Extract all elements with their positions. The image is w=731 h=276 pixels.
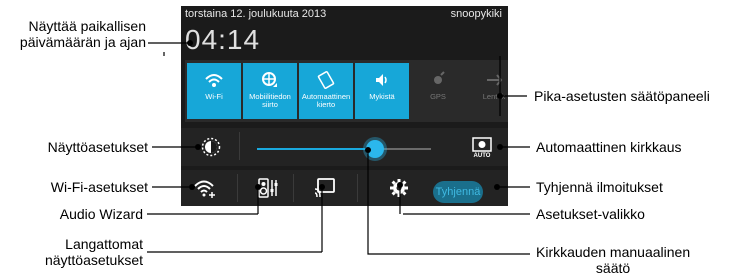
callout-line: Kirkkauden manuaalinen [536, 244, 691, 260]
callout-display-settings: Näyttöasetukset [47, 139, 148, 155]
callout-audio-wizard: Audio Wizard [59, 206, 143, 222]
callout-manual-brightness: Kirkkauden manuaalinen säätö [536, 244, 690, 276]
callout-line: päivämäärän ja ajan [19, 34, 146, 50]
callout-line: näyttöasetukset [44, 252, 143, 268]
callout-clear-notifications: Tyhjennä ilmoitukset [536, 179, 663, 195]
callout-quick-panel: Pika-asetusten säätöpaneeli [534, 88, 710, 104]
callout-line: Näyttää paikallisen [28, 18, 146, 34]
callout-wifi-settings: Wi-Fi-asetukset [50, 179, 148, 195]
callout-line: säätö [595, 260, 631, 276]
callout-auto-brightness: Automaattinen kirkkaus [536, 139, 682, 155]
callout-settings-menu: Asetukset-valikko [536, 206, 645, 222]
callout-wireless-display: Langattomat näyttöasetukset [6, 236, 143, 268]
callout-date-time: Näyttää paikallisen päivämäärän ja ajan [6, 18, 146, 50]
callout-line: Langattomat [65, 236, 143, 252]
